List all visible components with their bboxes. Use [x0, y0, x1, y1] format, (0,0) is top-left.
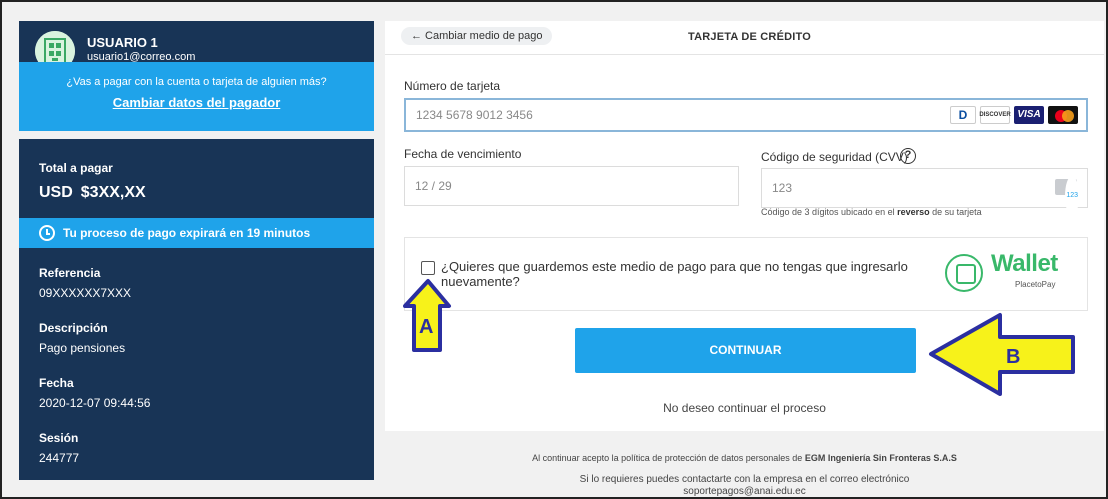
diners-icon: D: [950, 106, 976, 124]
contact-email[interactable]: soportepagos@anai.edu.ec: [385, 486, 1104, 498]
change-payment-method-link[interactable]: ← Cambiar medio de pago: [401, 27, 553, 45]
payment-form: ← Cambiar medio de pago TARJETA DE CRÉDI…: [385, 21, 1104, 431]
wallet-brand: Wallet: [991, 250, 1058, 277]
info-reference: Referencia 09XXXXXX7XXX: [39, 266, 131, 300]
discover-icon: DISCOVER: [979, 106, 1011, 124]
wallet-sub: PlacetoPay: [1015, 280, 1056, 289]
info-label: Descripción: [39, 321, 108, 335]
expiry-input[interactable]: 12 / 29: [404, 166, 739, 206]
expiry-label: Fecha de vencimiento: [404, 147, 522, 161]
total-amount: USD $3XX,XX: [39, 184, 146, 202]
mastercard-icon: [1048, 106, 1078, 124]
info-label: Sesión: [39, 431, 79, 445]
annotation-b: B: [1006, 346, 1021, 368]
policy-text: Al continuar acepto la política de prote…: [532, 453, 957, 463]
card-number-input[interactable]: 1234 5678 9012 3456 D DISCOVER VISA: [404, 98, 1088, 132]
info-value: Pago pensiones: [39, 341, 126, 355]
amount: $3XX,XX: [80, 184, 146, 201]
wallet-icon: [945, 254, 983, 292]
user-name: USUARIO 1: [87, 35, 158, 50]
card-back-icon: [1055, 176, 1079, 216]
info-label: Referencia: [39, 266, 101, 280]
info-description: Descripción Pago pensiones: [39, 321, 125, 355]
visa-icon: VISA: [1014, 106, 1044, 124]
save-payment-checkbox[interactable]: [421, 261, 435, 275]
total-label: Total a pagar: [39, 161, 113, 175]
expiry-text: Tu proceso de pago expirará en 19 minuto…: [63, 226, 311, 240]
info-value: 244777: [39, 451, 80, 465]
info-value: 2020-12-07 09:44:56: [39, 396, 151, 410]
cvv-input[interactable]: 123: [761, 168, 1088, 216]
annotation-a: A: [419, 316, 434, 338]
info-date: Fecha 2020-12-07 09:44:56: [39, 376, 150, 410]
payer-box: ¿Vas a pagar con la cuenta o tarjeta de …: [19, 62, 374, 131]
cancel-link[interactable]: No deseo continuar el proceso: [385, 401, 1104, 415]
clock-icon: [39, 224, 55, 241]
currency: USD: [39, 184, 73, 201]
save-wallet-box: ¿Quieres que guardemos este medio de pag…: [404, 237, 1088, 311]
contact-text: Si lo requieres puedes contactarte con l…: [385, 474, 1104, 498]
card-brands: D DISCOVER VISA: [950, 106, 1078, 124]
expiry-placeholder: 12 / 29: [415, 179, 452, 193]
payment-summary: Total a pagar USD $3XX,XX Tu proceso de p…: [19, 139, 374, 480]
payer-question: ¿Vas a pagar con la cuenta o tarjeta de …: [66, 76, 327, 88]
help-icon[interactable]: ?: [900, 148, 916, 164]
cvv-placeholder: 123: [772, 181, 793, 195]
info-value: 09XXXXXX7XXX: [39, 286, 132, 300]
divider: [385, 54, 1104, 55]
card-number-placeholder: 1234 5678 9012 3456: [416, 108, 533, 122]
wallet-logo: Wallet PlacetoPay: [945, 250, 1085, 300]
page-title: TARJETA DE CRÉDITO: [688, 31, 811, 43]
info-session: Sesión 244777: [39, 431, 79, 465]
continue-button[interactable]: CONTINUAR: [575, 328, 916, 373]
change-payer-link[interactable]: Cambiar datos del pagador: [113, 95, 281, 110]
save-payment-question: ¿Quieres que guardemos este medio de pag…: [441, 259, 908, 289]
cvv-hint: Código de 3 dígitos ubicado en el revers…: [761, 207, 982, 217]
expiry-banner: Tu proceso de pago expirará en 19 minuto…: [19, 218, 374, 248]
card-number-label: Número de tarjeta: [404, 79, 501, 93]
cvv-label: Código de seguridad (CVV): [761, 150, 908, 164]
info-label: Fecha: [39, 376, 74, 390]
